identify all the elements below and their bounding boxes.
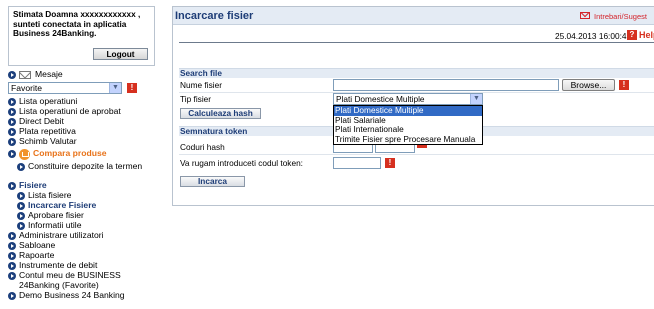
help-link[interactable]: Help <box>639 30 654 40</box>
envelope-icon <box>19 71 31 79</box>
mail-icon[interactable] <box>580 12 590 19</box>
bullet-icon <box>8 71 16 79</box>
messages-label: Mesaje <box>35 69 63 79</box>
sidebar-item-demo[interactable]: Demo Business 24 Banking <box>8 290 139 301</box>
sidebar-item-constituire-depozite[interactable]: Constituire depozite la termen <box>17 161 148 172</box>
logout-button[interactable]: Logout <box>93 48 148 60</box>
bullet-icon <box>8 262 16 270</box>
row-divider <box>179 154 654 155</box>
bullet-icon <box>17 163 25 171</box>
search-file-header: Search file <box>179 68 654 78</box>
help-icon[interactable]: ? <box>627 30 637 40</box>
chevron-down-icon[interactable]: ▼ <box>109 83 121 93</box>
main-panel: Incarcare fisier Intrebari/Sugest 25.04.… <box>172 6 654 206</box>
bullet-icon <box>17 222 25 230</box>
sidebar-item-label: Compara produse <box>33 148 107 158</box>
bullet-icon <box>8 232 16 240</box>
bullet-icon <box>8 292 16 300</box>
bullet-icon <box>8 182 16 190</box>
divider <box>179 42 654 43</box>
file-name-label: Nume fisier <box>180 80 222 90</box>
hash-codes-label: Coduri hash <box>180 142 225 152</box>
token-code-input[interactable] <box>333 157 381 169</box>
bullet-icon <box>8 242 16 250</box>
favorites-select[interactable]: Favorite ▼ <box>8 82 122 94</box>
sidebar: Stimata Doamna xxxxxxxxxxxx , sunteti co… <box>0 0 163 309</box>
welcome-line-3: Business 24Banking. <box>13 28 97 39</box>
info-icon[interactable]: ! <box>385 158 395 168</box>
sidebar-item-label: Demo Business 24 Banking <box>19 290 125 300</box>
info-icon[interactable]: ! <box>619 80 629 90</box>
upload-button[interactable]: Incarca <box>180 176 245 187</box>
sidebar-item-label: Contul meu de BUSINESS 24Banking (Favori… <box>19 270 121 290</box>
sidebar-item-messages[interactable]: Mesaje <box>8 69 63 80</box>
chevron-down-icon[interactable]: ▼ <box>470 94 482 104</box>
welcome-box: Stimata Doamna xxxxxxxxxxxx , sunteti co… <box>8 6 155 66</box>
sidebar-item-schimb-valutar[interactable]: Schimb Valutar <box>8 136 77 147</box>
bullet-icon <box>17 192 25 200</box>
file-name-input[interactable] <box>333 79 559 91</box>
token-code-label: Va rugam introduceti codul token: <box>180 158 303 168</box>
dropdown-option[interactable]: Trimite Fisier spre Procesare Manuala <box>334 134 482 145</box>
bullet-icon <box>8 138 16 146</box>
calculate-hash-button[interactable]: Calculeaza hash <box>180 108 261 119</box>
bullet-icon <box>8 272 16 280</box>
browse-button[interactable]: Browse... <box>562 79 615 91</box>
bullet-icon <box>8 118 16 126</box>
datetime: 25.04.2013 16:00:42 <box>555 31 632 41</box>
bullet-icon <box>8 108 16 116</box>
page-title: Incarcare fisier <box>175 10 254 22</box>
file-type-dropdown[interactable]: Plati Domestice Multiple Plati Salariale… <box>333 105 483 146</box>
file-type-select[interactable]: Plati Domestice Multiple ▼ <box>333 93 483 105</box>
sidebar-item-label: Schimb Valutar <box>19 136 77 146</box>
file-type-value: Plati Domestice Multiple <box>336 94 425 104</box>
info-icon[interactable]: ! <box>127 83 137 93</box>
file-type-label: Tip fisier <box>180 94 212 104</box>
feedback-link[interactable]: Intrebari/Sugest <box>594 12 647 21</box>
sidebar-item-contul-meu[interactable]: Contul meu de BUSINESS 24Banking (Favori… <box>8 270 154 290</box>
bullet-icon <box>8 128 16 136</box>
favorites-value: Favorite <box>11 83 43 93</box>
sidebar-item-label: Constituire depozite la termen <box>28 161 143 171</box>
sidebar-item-compara-produse[interactable]: Compara produse <box>8 148 107 160</box>
bullet-icon <box>8 98 16 106</box>
basket-icon <box>19 149 30 160</box>
bullet-icon <box>8 252 16 260</box>
bullet-icon <box>17 202 25 210</box>
bullet-icon <box>17 212 25 220</box>
bullet-icon <box>8 150 16 158</box>
title-bar: Incarcare fisier Intrebari/Sugest <box>173 7 654 25</box>
